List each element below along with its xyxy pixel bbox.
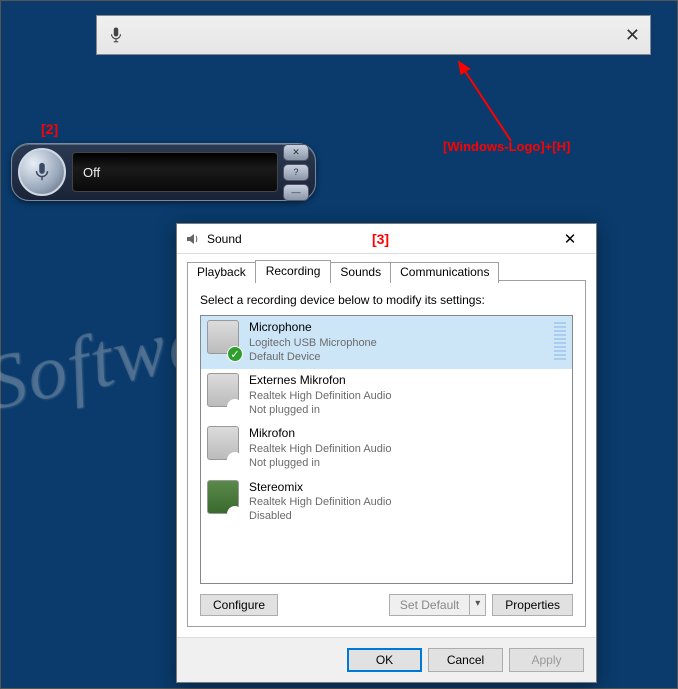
device-name: Stereomix <box>249 480 566 496</box>
speech-mic-button[interactable] <box>18 148 66 196</box>
microphone-icon <box>31 161 53 183</box>
device-status: Default Device <box>249 350 542 364</box>
device-icon: ↓ <box>207 480 241 520</box>
disabled-icon: ↓ <box>227 506 243 522</box>
dictation-bar: ✕ <box>96 15 651 55</box>
speech-minimize-button[interactable]: — <box>283 184 309 201</box>
apply-button[interactable]: Apply <box>509 648 584 672</box>
tab-playback[interactable]: Playback <box>187 262 256 283</box>
device-item[interactable]: ↓ Externes Mikrofon Realtek High Definit… <box>201 369 572 422</box>
tab-sounds[interactable]: Sounds <box>330 262 391 283</box>
speech-status-display: Off <box>72 152 278 192</box>
instruction-text: Select a recording device below to modif… <box>200 293 573 307</box>
unplugged-icon: ↓ <box>227 399 243 415</box>
check-icon: ✓ <box>227 346 243 362</box>
set-default-button[interactable]: Set Default ▾ <box>389 594 486 616</box>
chevron-down-icon: ▾ <box>470 595 485 615</box>
level-meter <box>554 320 566 360</box>
configure-button[interactable]: Configure <box>200 594 278 616</box>
dialog-title: Sound <box>207 232 368 246</box>
speech-help-button[interactable]: ? <box>283 164 309 181</box>
device-name: Externes Mikrofon <box>249 373 566 389</box>
titlebar: Sound [3] ✕ <box>177 224 596 254</box>
device-desc: Realtek High Definition Audio <box>249 389 566 403</box>
tab-recording[interactable]: Recording <box>255 260 332 281</box>
device-list[interactable]: ✓ Microphone Logitech USB Microphone Def… <box>200 315 573 584</box>
device-item[interactable]: ↓ Mikrofon Realtek High Definition Audio… <box>201 422 572 475</box>
speech-recognition-widget: Off ✕ ? — <box>11 143 316 201</box>
ok-button[interactable]: OK <box>347 648 422 672</box>
annotation-3: [3] <box>372 231 389 247</box>
microphone-icon <box>107 26 125 44</box>
device-item[interactable]: ↓ Stereomix Realtek High Definition Audi… <box>201 476 572 529</box>
unplugged-icon: ↓ <box>227 452 243 468</box>
device-icon: ↓ <box>207 373 241 413</box>
device-icon: ↓ <box>207 426 241 466</box>
tab-communications[interactable]: Communications <box>390 262 499 283</box>
dialog-close-button[interactable]: ✕ <box>550 230 590 248</box>
device-desc: Logitech USB Microphone <box>249 336 542 350</box>
dialog-button-row: OK Cancel Apply <box>177 637 596 682</box>
tab-strip: Playback Recording Sounds Communications <box>187 260 586 281</box>
device-status: Not plugged in <box>249 456 566 470</box>
annotation-hotkey: [Windows-Logo]+[H] <box>443 139 570 154</box>
device-status: Disabled <box>249 509 566 523</box>
device-name: Mikrofon <box>249 426 566 442</box>
properties-button[interactable]: Properties <box>492 594 573 616</box>
device-item[interactable]: ✓ Microphone Logitech USB Microphone Def… <box>201 316 572 369</box>
device-icon: ✓ <box>207 320 241 360</box>
tab-panel-recording: Select a recording device below to modif… <box>187 280 586 627</box>
device-status: Not plugged in <box>249 403 566 417</box>
speech-close-button[interactable]: ✕ <box>283 144 309 161</box>
annotation-2: [2] <box>41 121 58 137</box>
device-name: Microphone <box>249 320 542 336</box>
cancel-button[interactable]: Cancel <box>428 648 503 672</box>
device-desc: Realtek High Definition Audio <box>249 495 566 509</box>
close-icon[interactable]: ✕ <box>625 25 640 46</box>
device-desc: Realtek High Definition Audio <box>249 442 566 456</box>
sound-dialog: Sound [3] ✕ Playback Recording Sounds Co… <box>176 223 597 683</box>
sound-icon <box>185 231 201 247</box>
